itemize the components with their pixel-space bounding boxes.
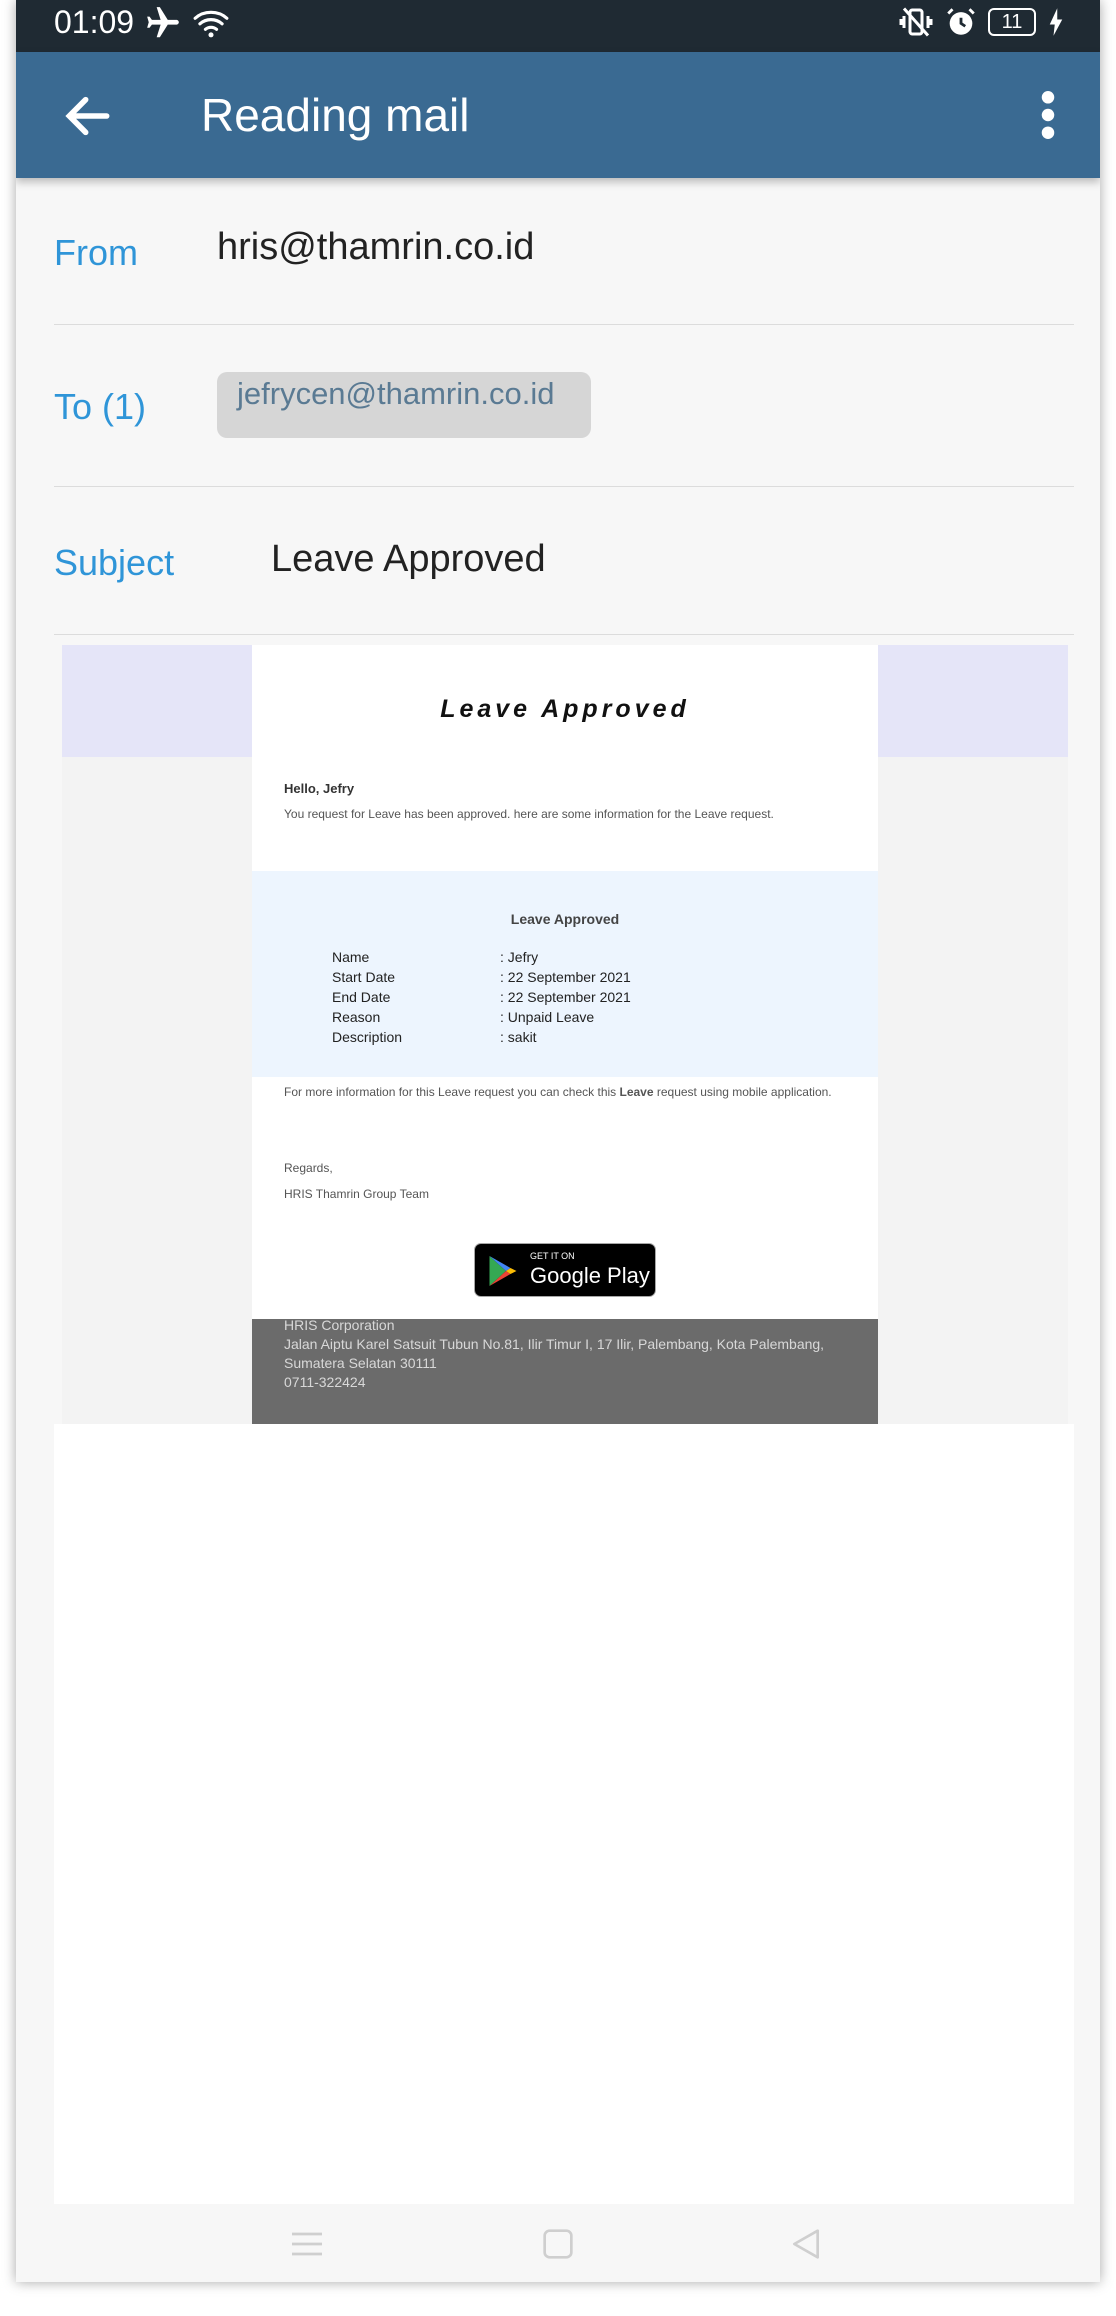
charging-icon [1049,8,1063,36]
status-bar: 01:09 11 [16,0,1100,52]
footer-phone: 0711-322424 [284,1374,366,1390]
recipient-chip[interactable]: jefrycen@thamrin.co.id [217,372,591,438]
details-label: End Date [332,989,391,1005]
more-vert-icon[interactable] [1038,90,1058,140]
email-body: Leave Approved Hello, Jefry You request … [62,645,1068,1424]
more-info-before: For more information for this Leave requ… [284,1085,620,1099]
home-icon[interactable] [538,2224,578,2264]
details-row: Name : Jefry [332,949,752,969]
details-row: Start Date : 22 September 2021 [332,969,752,989]
subject-row: Subject Leave Approved [54,486,1074,635]
details-label: Name [332,949,370,965]
more-info-text: For more information for this Leave requ… [284,1079,844,1105]
from-row: From hris@thamrin.co.id [54,178,1074,325]
details-row: Description : sakit [332,1029,752,1049]
email-heading: Leave Approved [440,695,690,723]
email-footer: HRIS Corporation Jalan Aiptu Karel Satsu… [252,1317,878,1424]
back-arrow-icon[interactable] [60,88,116,144]
details-row: Reason : Unpaid Leave [332,1009,752,1029]
battery-icon: 11 [988,8,1036,36]
leave-details-box: Leave Approved Name : Jefry Start Date :… [252,871,878,1077]
status-left-icons [144,4,230,42]
recipient-chip-label: jefrycen@thamrin.co.id [237,376,555,411]
more-info-after: request using mobile application. [653,1085,832,1099]
google-play-icon [489,1256,517,1286]
from-value: hris@thamrin.co.id [217,226,535,268]
details-value: : 22 September 2021 [500,989,631,1005]
google-play-small-text: GET IT ON [530,1251,575,1261]
regards-text: Regards, [284,1161,333,1175]
details-value: : Unpaid Leave [500,1009,595,1025]
subject-label: Subject [54,542,175,583]
subject-value: Leave Approved [271,538,546,580]
details-label: Start Date [332,969,396,985]
status-right-icons: 11 [898,4,1066,40]
details-value: : 22 September 2021 [500,969,631,985]
vibrate-icon [899,7,933,37]
google-play-large-text: Google Play [530,1263,650,1288]
details-row: End Date : 22 September 2021 [332,989,752,1009]
system-nav-bar [16,2210,1100,2282]
recents-icon[interactable] [287,2224,327,2264]
details-table: Name : Jefry Start Date : 22 September 2… [332,949,752,1049]
details-value: : Jefry [500,949,539,965]
email-body-blank [54,1424,1074,2204]
footer-company: HRIS Corporation [284,1317,395,1333]
from-label: From [54,232,138,273]
email-intro: You request for Leave has been approved.… [284,807,774,821]
page-title: Reading mail [201,89,470,141]
details-label: Reason [332,1009,381,1025]
app-bar: Reading mail [16,52,1100,178]
status-time: 01:09 [54,4,135,40]
more-info-bold: Leave [619,1085,654,1099]
email-card: Leave Approved Hello, Jefry You request … [252,645,878,1424]
footer-address-2: Sumatera Selatan 30111 [284,1355,437,1371]
details-value: : sakit [500,1029,537,1045]
details-title: Leave Approved [510,911,620,927]
back-nav-icon[interactable] [786,2224,826,2264]
to-row: To (1) jefrycen@thamrin.co.id [54,324,1074,487]
wifi-icon [193,10,229,38]
team-signature: HRIS Thamrin Group Team [284,1187,429,1201]
airplane-icon [147,7,179,38]
footer-address-1: Jalan Aiptu Karel Satsuit Tubun No.81, I… [284,1336,825,1352]
details-label: Description [332,1029,403,1045]
alarm-icon [947,8,975,35]
to-label: To (1) [54,386,147,427]
google-play-button[interactable]: GET IT ON Google Play [474,1243,656,1297]
email-greeting: Hello, Jefry [284,781,355,796]
screen-frame: 01:09 11 Reading mail From hris@thamrin.… [16,0,1100,2282]
